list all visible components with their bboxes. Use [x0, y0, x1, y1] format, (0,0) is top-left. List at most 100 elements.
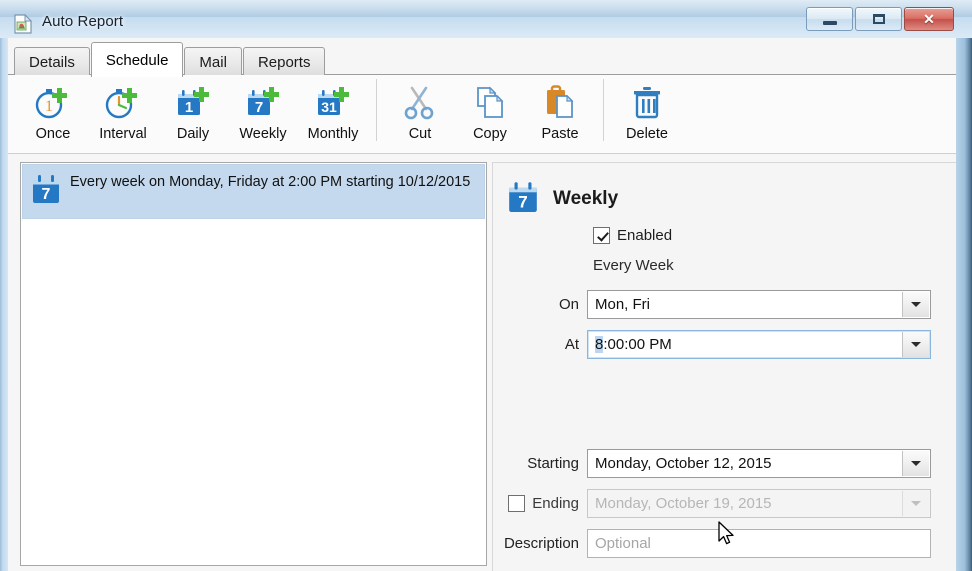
frequency-text: Every Week	[593, 257, 674, 274]
toolbar: 1 Once Interval 1 Daily 7 Weekly 31 Mont…	[8, 75, 956, 154]
ending-label: Ending	[532, 494, 579, 512]
list-item[interactable]: 7 Every week on Monday, Friday at 2:00 P…	[22, 164, 485, 219]
at-combobox[interactable]: 8:00:00 PM	[587, 329, 931, 359]
enabled-checkbox[interactable]	[593, 227, 610, 244]
svg-text:31: 31	[321, 99, 337, 115]
schedule-detail-panel: 7 Weekly Enabled Every Week On Mon, Fri	[492, 162, 956, 571]
description-row: Description Optional	[493, 528, 957, 558]
description-label: Description	[503, 534, 579, 552]
svg-text:7: 7	[518, 193, 527, 212]
enabled-row: Enabled	[493, 227, 957, 244]
at-label: At	[564, 335, 579, 353]
monthly-button[interactable]: 31 Monthly	[298, 75, 368, 143]
minimize-icon	[822, 20, 837, 25]
weekly-button-label: Weekly	[239, 126, 287, 142]
starting-row: Starting Monday, October 12, 2015	[493, 448, 957, 478]
form-spacer	[493, 369, 957, 448]
window-frame-left-edge	[0, 0, 8, 571]
toolbar-separator-1	[376, 79, 377, 141]
report-document-icon	[14, 13, 33, 34]
starting-value: Monday, October 12, 2015	[595, 454, 772, 472]
svg-text:1: 1	[185, 99, 193, 116]
starting-label: Starting	[527, 454, 579, 472]
paste-button-label: Paste	[541, 126, 579, 142]
tab-details[interactable]: Details	[14, 47, 90, 77]
calendar-1-add-icon: 1	[173, 82, 213, 124]
detail-panel-header: 7 Weekly	[493, 163, 956, 218]
interval-button[interactable]: Interval	[88, 75, 158, 143]
ending-row: Ending Monday, October 19, 2015	[493, 488, 957, 518]
ending-value: Monday, October 19, 2015	[595, 494, 772, 512]
description-input[interactable]: Optional	[587, 528, 931, 558]
interval-button-label: Interval	[99, 126, 147, 142]
scissors-icon	[402, 82, 438, 124]
tab-mail[interactable]: Mail	[184, 47, 242, 77]
chevron-down-icon[interactable]	[902, 331, 929, 357]
calendar-7-add-icon: 7	[243, 82, 283, 124]
window-controls: ✕	[806, 7, 954, 31]
chevron-down-icon[interactable]	[902, 291, 929, 317]
daily-button-label: Daily	[176, 126, 210, 142]
tab-schedule[interactable]: Schedule	[90, 42, 184, 77]
once-button-label: Once	[35, 126, 71, 142]
maximize-icon	[872, 14, 885, 24]
copy-button-label: Copy	[473, 126, 507, 142]
interval-stopwatch-add-icon	[103, 82, 143, 124]
auto-report-window: Auto Report ✕ Details Schedule Mail Repo…	[0, 0, 972, 571]
copy-button[interactable]: Copy	[455, 75, 525, 143]
chevron-down-icon[interactable]	[902, 450, 929, 476]
cut-button-label: Cut	[408, 126, 432, 142]
tab-reports[interactable]: Reports	[242, 47, 326, 77]
tab-mail-label: Mail	[199, 54, 227, 71]
description-placeholder: Optional	[595, 534, 651, 552]
tab-schedule-label: Schedule	[105, 51, 169, 69]
clipboard-paste-icon	[542, 82, 578, 124]
schedule-form: Enabled Every Week On Mon, Fri At 8:00:0…	[493, 227, 957, 568]
on-label: On	[558, 295, 579, 313]
starting-datepicker[interactable]: Monday, October 12, 2015	[587, 448, 931, 478]
once-stopwatch-add-icon: 1	[33, 82, 73, 124]
close-icon: ✕	[923, 11, 935, 27]
at-value: 8:00:00 PM	[588, 335, 672, 353]
ending-checkbox[interactable]	[508, 494, 526, 512]
client-area: Details Schedule Mail Reports 1 Once Int…	[8, 38, 956, 571]
tab-reports-label: Reports	[257, 54, 311, 71]
ending-datepicker[interactable]: Monday, October 19, 2015	[587, 488, 931, 518]
chevron-down-icon	[902, 490, 929, 516]
title-bar[interactable]: Auto Report ✕	[0, 0, 972, 38]
at-value-rest: :00:00 PM	[603, 335, 672, 353]
tab-details-label: Details	[29, 54, 75, 71]
on-combobox[interactable]: Mon, Fri	[587, 289, 931, 319]
calendar-7-icon: 7	[507, 179, 539, 218]
weekly-button[interactable]: 7 Weekly	[228, 75, 298, 143]
delete-button[interactable]: Delete	[612, 75, 682, 143]
delete-button-label: Delete	[626, 126, 668, 142]
window-frame-right-edge	[956, 0, 972, 571]
on-row: On Mon, Fri	[493, 289, 957, 319]
monthly-button-label: Monthly	[307, 126, 359, 142]
svg-text:7: 7	[42, 186, 51, 203]
daily-button[interactable]: 1 Daily	[158, 75, 228, 143]
svg-text:1: 1	[45, 98, 53, 115]
page-title: Weekly	[553, 187, 619, 209]
on-value: Mon, Fri	[595, 295, 651, 313]
checkmark-icon	[597, 231, 607, 241]
close-button[interactable]: ✕	[904, 7, 954, 31]
calendar-31-add-icon: 31	[313, 82, 353, 124]
window-title: Auto Report	[42, 13, 124, 30]
at-row: At 8:00:00 PM	[493, 329, 957, 359]
svg-text:7: 7	[255, 99, 263, 116]
copy-pages-icon	[472, 82, 508, 124]
enabled-label: Enabled	[617, 227, 673, 244]
calendar-7-icon: 7	[31, 172, 61, 209]
toolbar-separator-2	[603, 79, 604, 141]
tab-strip: Details Schedule Mail Reports	[8, 38, 956, 78]
cut-button[interactable]: Cut	[385, 75, 455, 143]
paste-button[interactable]: Paste	[525, 75, 595, 143]
schedule-list[interactable]: 7 Every week on Monday, Friday at 2:00 P…	[20, 162, 487, 566]
minimize-button[interactable]	[806, 7, 853, 31]
ending-label-group: Ending	[493, 494, 587, 512]
maximize-button[interactable]	[855, 7, 902, 31]
once-button[interactable]: 1 Once	[18, 75, 88, 143]
trash-can-icon	[629, 82, 665, 124]
